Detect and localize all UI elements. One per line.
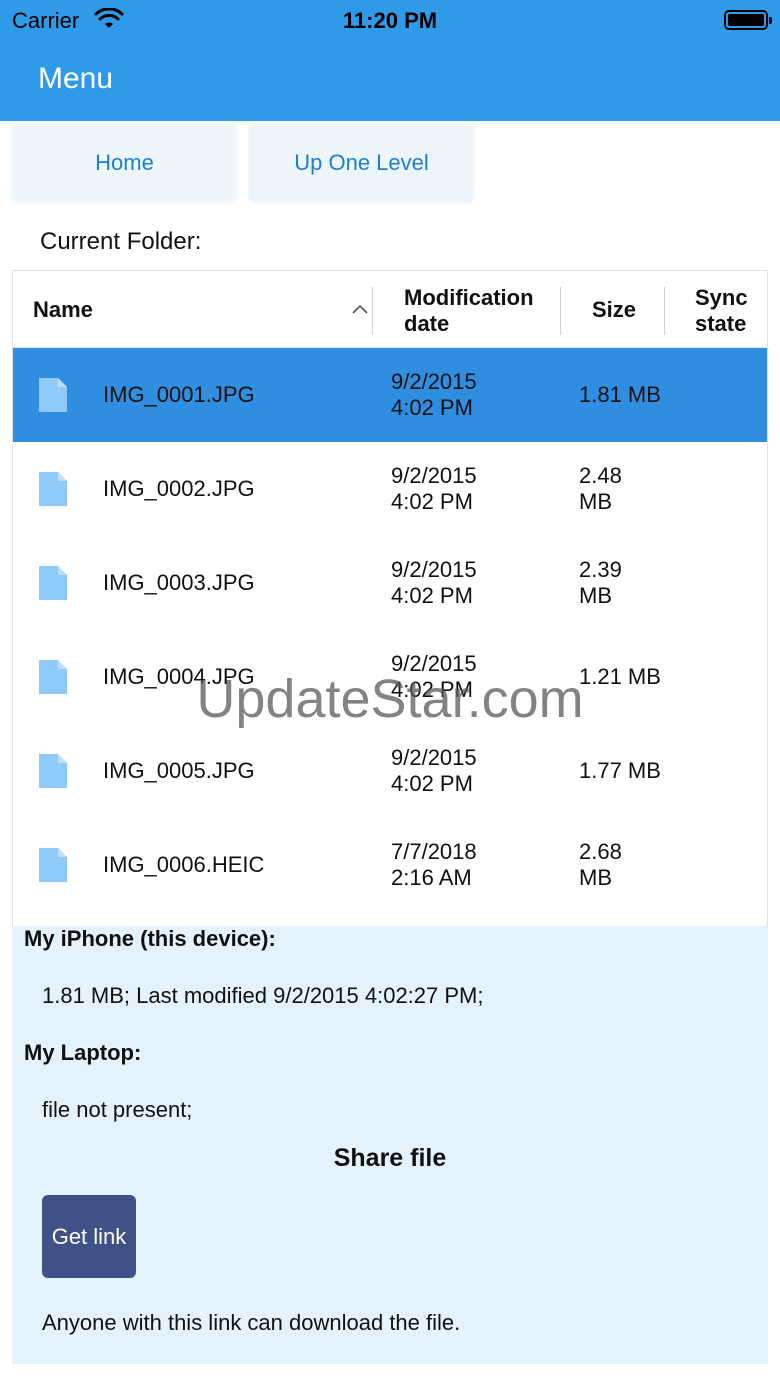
date-text: 9/2/2015: [391, 369, 477, 394]
column-header-modification-date[interactable]: Modification date: [404, 285, 564, 337]
battery-icon: [724, 10, 772, 30]
time-text: 4:02 PM: [391, 489, 473, 514]
file-name: IMG_0003.JPG: [103, 570, 255, 595]
date-text: 7/7/2018: [391, 839, 477, 864]
size-text: 2.68: [579, 839, 622, 864]
file-name: IMG_0006.HEIC: [103, 852, 265, 877]
column-header-sync-state[interactable]: Sync state: [695, 285, 765, 337]
file-date: 9/2/2015 4:02 PM: [391, 463, 541, 515]
size-text: 1.81 MB: [579, 382, 661, 407]
home-button[interactable]: Home: [12, 124, 237, 202]
file-date: 9/2/2015 4:02 PM: [391, 557, 541, 609]
file-size: 2.39 MB: [579, 557, 679, 609]
sort-ascending-icon[interactable]: [351, 303, 369, 315]
header-text: state: [695, 311, 747, 336]
file-date: 9/2/2015 4:02 PM: [391, 745, 541, 797]
file-icon: [39, 566, 67, 600]
file-size: 2.68 MB: [579, 839, 679, 891]
share-file-title: Share file: [333, 1144, 447, 1172]
file-icon: [39, 472, 67, 506]
laptop-label: My Laptop:: [24, 1040, 142, 1065]
share-note: Anyone with this link can download the f…: [42, 1310, 461, 1335]
status-bar: Carrier 11:20 PM: [0, 0, 780, 40]
file-icon: [39, 378, 67, 412]
device-info: 1.81 MB; Last modified 9/2/2015 4:02:27 …: [42, 983, 484, 1008]
column-header-name[interactable]: Name: [33, 297, 93, 323]
laptop-info: file not present;: [42, 1097, 193, 1122]
file-date: 9/2/2015 4:02 PM: [391, 369, 541, 421]
size-unit: MB: [579, 865, 612, 890]
column-header-size[interactable]: Size: [592, 297, 636, 323]
file-name: IMG_0002.JPG: [103, 476, 255, 501]
menu-button[interactable]: Menu: [38, 62, 113, 96]
column-separator[interactable]: [664, 287, 665, 335]
time-text: 4:02 PM: [391, 395, 473, 420]
header-text: date: [404, 311, 450, 336]
size-unit: MB: [579, 489, 612, 514]
column-separator[interactable]: [560, 287, 561, 335]
table-row[interactable]: IMG_0002.JPG 9/2/2015 4:02 PM 2.48 MB: [13, 442, 767, 536]
file-icon: [39, 754, 67, 788]
file-size: 1.77 MB: [579, 758, 679, 784]
file-size: 1.81 MB: [579, 382, 679, 408]
file-date: 7/7/2018 2:16 AM: [391, 839, 541, 891]
table-row[interactable]: IMG_0005.JPG 9/2/2015 4:02 PM 1.77 MB: [13, 724, 767, 818]
date-text: 9/2/2015: [391, 557, 477, 582]
date-text: 9/2/2015: [391, 745, 477, 770]
time-text: 2:16 AM: [391, 865, 472, 890]
clock: 11:20 PM: [342, 8, 438, 33]
get-link-button[interactable]: Get link: [42, 1195, 136, 1278]
size-text: 2.39: [579, 557, 622, 582]
table-row[interactable]: IMG_0001.JPG 9/2/2015 4:02 PM 1.81 MB: [13, 348, 767, 442]
size-text: 2.48: [579, 463, 622, 488]
file-size: 2.48 MB: [579, 463, 679, 515]
file-icon: [39, 848, 67, 882]
current-folder-label: Current Folder:: [40, 228, 202, 255]
up-one-level-button[interactable]: Up One Level: [249, 124, 474, 202]
grid-header: Name Modification date Size Sync state: [13, 271, 769, 348]
time-text: 4:02 PM: [391, 583, 473, 608]
file-name: IMG_0005.JPG: [103, 758, 255, 783]
table-row[interactable]: IMG_0003.JPG 9/2/2015 4:02 PM 2.39 MB: [13, 536, 767, 630]
column-separator[interactable]: [372, 287, 373, 335]
time-text: 4:02 PM: [391, 771, 473, 796]
watermark: UpdateStar.com: [196, 669, 584, 729]
header-text: Modification: [404, 285, 534, 310]
table-row[interactable]: IMG_0006.HEIC 7/7/2018 2:16 AM 2.68 MB: [13, 818, 767, 912]
date-text: 9/2/2015: [391, 463, 477, 488]
device-label: My iPhone (this device):: [24, 926, 276, 951]
size-unit: MB: [579, 583, 612, 608]
file-name: IMG_0001.JPG: [103, 382, 255, 407]
size-text: 1.77 MB: [579, 758, 661, 783]
file-details-panel: My iPhone (this device): 1.81 MB; Last m…: [12, 926, 768, 1364]
file-grid: Name Modification date Size Sync state I…: [12, 270, 769, 926]
header-text: Sync: [695, 285, 748, 310]
nav-bar: Menu: [0, 40, 780, 121]
